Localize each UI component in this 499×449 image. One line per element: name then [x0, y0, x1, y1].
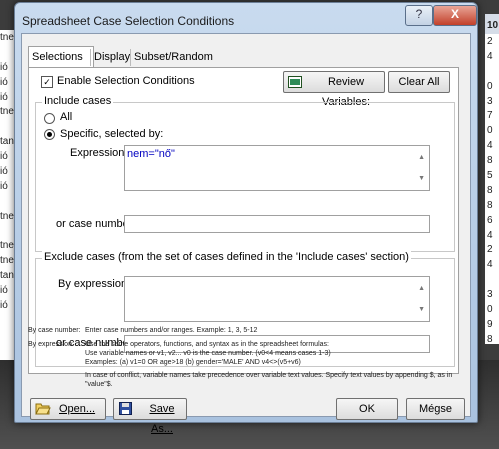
help-conflict-line-1: In case of conflict, variable names take…	[85, 372, 453, 379]
scroll-up-arrow-icon[interactable]: ▲	[418, 154, 425, 161]
review-variables-button[interactable]: Review Variables:	[283, 71, 385, 108]
bg-cell: 8	[487, 155, 493, 167]
clear-all-button[interactable]: Clear All	[388, 71, 450, 93]
tab-display[interactable]: Display	[90, 49, 133, 66]
include-cases-title: Include cases	[42, 95, 114, 107]
open-button[interactable]: Open...	[30, 398, 106, 420]
bg-cell: 8	[487, 333, 493, 345]
help-conflict-line-2: "value"$.	[85, 381, 113, 388]
enable-conditions-checkbox[interactable]: ✓	[41, 76, 53, 88]
bg-cell: 8	[487, 184, 493, 196]
bg-cell: 3	[487, 95, 493, 107]
exclude-cases-title: Exclude cases (from the set of cases def…	[42, 251, 411, 263]
save-as-button[interactable]: Save As...	[113, 398, 187, 435]
cancel-button[interactable]: Mégse	[406, 398, 465, 420]
bg-cell: tan	[0, 136, 14, 148]
bg-cell: 4	[487, 140, 493, 152]
open-label: Open...	[59, 403, 96, 415]
include-cases-group: Include cases All Specific, selected by:…	[35, 95, 455, 252]
scroll-up-arrow-icon[interactable]: ▲	[418, 285, 425, 292]
include-expression-input[interactable]: nem="nő" ▲ ▼	[124, 145, 430, 191]
scroll-down-arrow-icon[interactable]: ▼	[418, 175, 425, 182]
bg-cell: 0	[487, 304, 493, 316]
include-all-label: All	[60, 111, 73, 123]
bg-cell: tne	[0, 32, 14, 43]
bg-cell	[0, 45, 14, 60]
bg-column-header: 10	[485, 14, 499, 34]
bg-cell: ió	[0, 151, 8, 163]
case-selection-dialog: Spreadsheet Case Selection Conditions ? …	[14, 2, 478, 435]
bg-cell: ió	[0, 300, 8, 312]
help-by-case-number-label: By case number:	[28, 327, 81, 334]
bg-cell: ió	[0, 166, 8, 178]
bg-cell: 5	[487, 170, 493, 182]
background-spreadsheet-left: tne ió ió ió tne tan ió ió ió tne tne tn…	[0, 30, 14, 360]
bg-cell: 4	[487, 259, 493, 271]
exclude-expression-label: By expression:	[58, 278, 131, 290]
bg-cell: 8	[487, 199, 493, 211]
background-spreadsheet-right: 10 2 4 0 3 7 0 4 8 5 8 8 6 4 2 4 3 0 9 8	[485, 14, 499, 345]
bg-cell: 0	[487, 80, 493, 92]
include-specific-radio[interactable]	[44, 129, 55, 140]
bg-cell	[0, 224, 14, 239]
save-as-label: Save As...	[149, 403, 175, 435]
bg-cell: 7	[487, 110, 493, 122]
folder-open-icon	[35, 402, 51, 422]
window-title: Spreadsheet Case Selection Conditions	[22, 14, 235, 28]
bg-cell: tan	[0, 270, 14, 282]
bg-cell: ió	[0, 91, 8, 103]
bg-cell: ió	[0, 285, 8, 297]
bg-cell: ió	[0, 76, 8, 88]
bg-cell: 6	[487, 214, 493, 226]
bg-cell: 4	[487, 229, 493, 241]
include-all-radio[interactable]	[44, 113, 55, 124]
bg-cell	[485, 272, 499, 287]
review-variables-icon	[288, 75, 302, 95]
tab-subset-random-sampling[interactable]: Subset/Random Sampling	[130, 49, 259, 80]
exclude-expression-input[interactable]: ▲ ▼	[124, 276, 430, 322]
bg-cell	[0, 119, 14, 134]
tab-selections[interactable]: Selections	[28, 46, 94, 69]
help-expression-line-1: Use the same operators, functions, and s…	[85, 341, 329, 348]
dialog-client-area: Selections Display Subset/Random Samplin…	[21, 33, 471, 435]
help-button[interactable]: ?	[405, 5, 433, 26]
include-specific-label: Specific, selected by:	[60, 128, 164, 140]
bg-cell	[485, 64, 499, 79]
bg-cell: tne	[0, 240, 14, 252]
bg-cell: 9	[487, 318, 493, 330]
close-button[interactable]: X	[433, 5, 477, 26]
help-by-case-number-text: Enter case numbers and/or ranges. Exampl…	[85, 327, 258, 334]
help-expression-line-3: Examples: (a) v1=0 OR age>18 (b) gender=…	[85, 359, 301, 366]
bg-cell: 3	[487, 289, 493, 301]
title-bar[interactable]: Spreadsheet Case Selection Conditions ? …	[15, 3, 477, 33]
help-expression-line-2: Use variable names or v1, v2... v0 is th…	[85, 350, 331, 357]
enable-conditions-label: Enable Selection Conditions	[57, 75, 195, 87]
help-by-expression-label: By expression:	[28, 341, 74, 348]
bg-cell: 4	[487, 50, 493, 62]
bg-cell: 2	[487, 36, 493, 47]
scroll-down-arrow-icon[interactable]: ▼	[418, 306, 425, 313]
bg-cell: ió	[0, 61, 8, 73]
include-expression-label: Expression:	[70, 147, 128, 159]
floppy-disk-icon	[119, 402, 132, 422]
bg-cell: tne	[0, 106, 14, 118]
bg-cell: 2	[487, 244, 493, 256]
bg-cell: tne	[0, 255, 14, 267]
include-case-number-input[interactable]	[124, 215, 430, 233]
bg-cell	[0, 194, 14, 209]
bg-cell: ió	[0, 180, 8, 192]
bg-cell: tne	[0, 210, 14, 222]
ok-button[interactable]: OK	[336, 398, 398, 420]
include-expression-value: nem="nő"	[127, 148, 175, 160]
bg-cell: 0	[487, 125, 493, 137]
